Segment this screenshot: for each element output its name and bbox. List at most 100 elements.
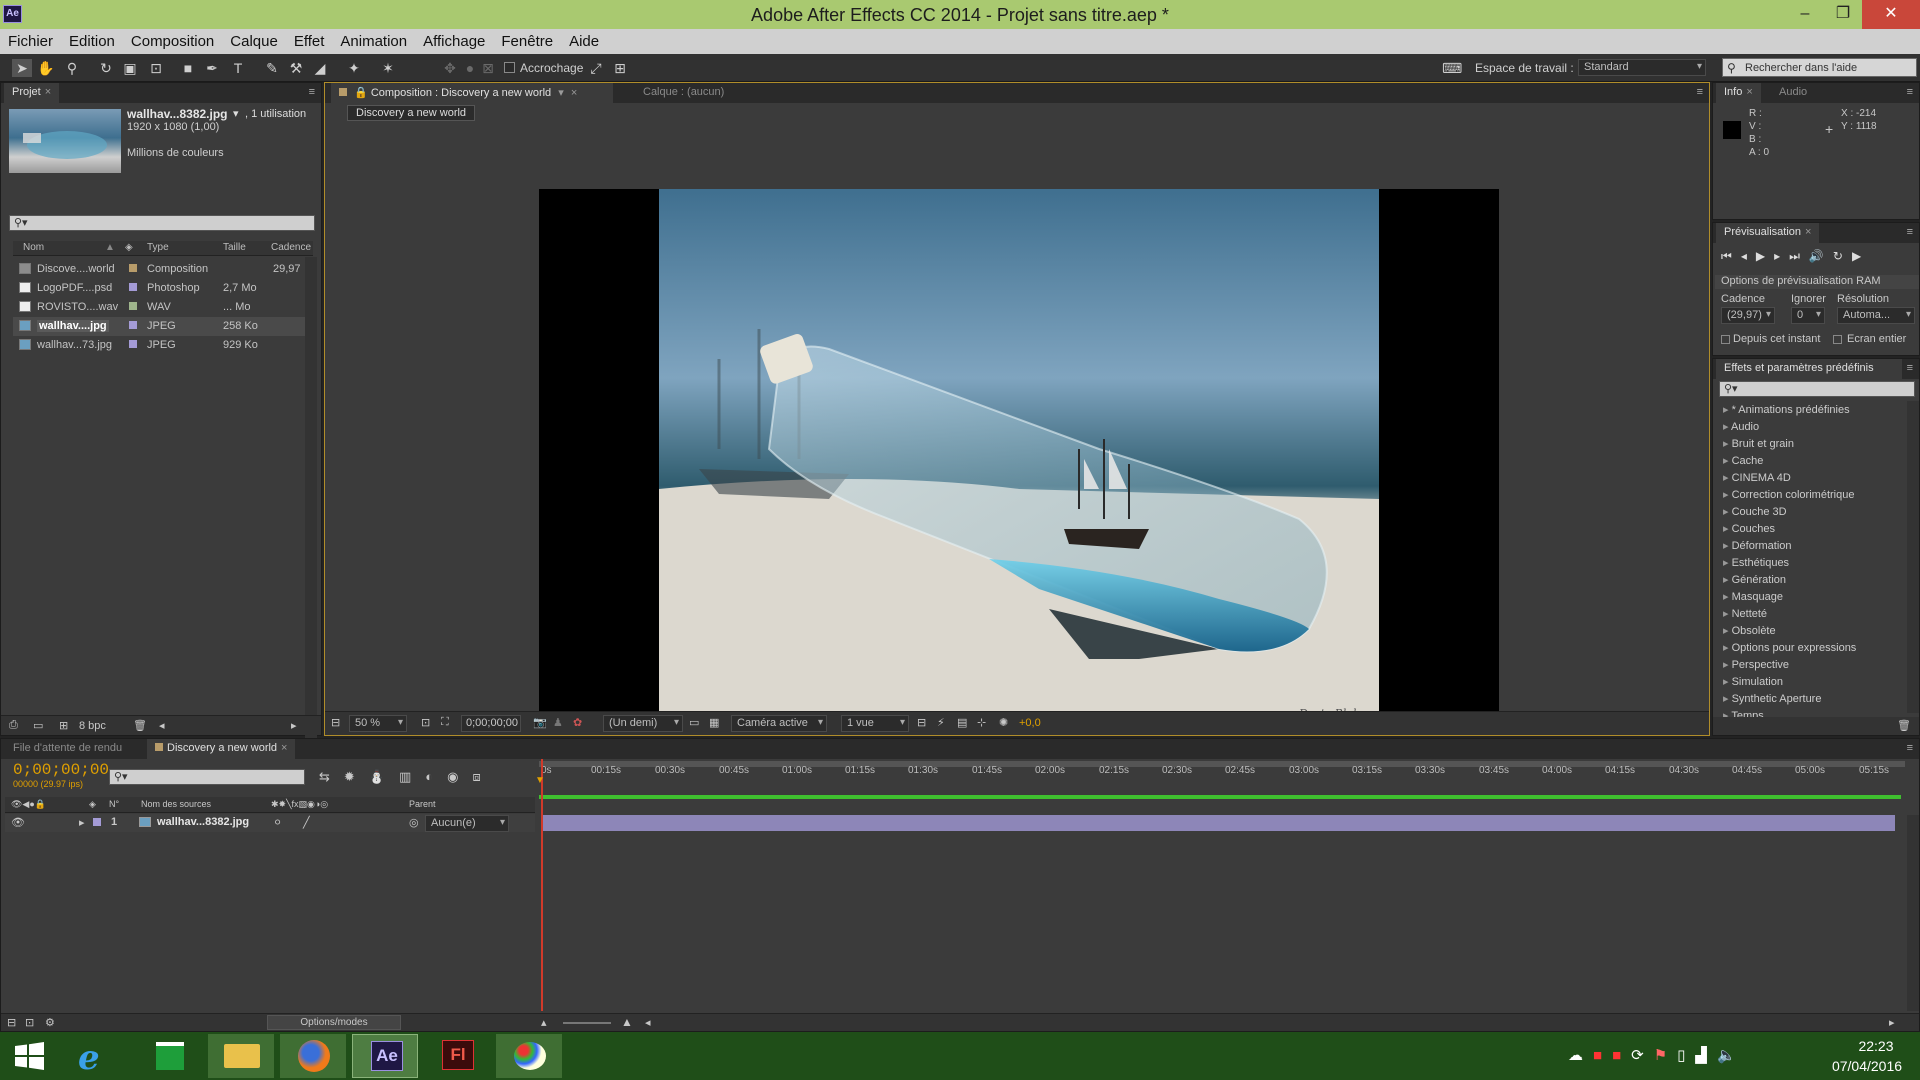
tab-layer[interactable]: Calque : (aucun) (635, 83, 795, 103)
tray-network-icon[interactable]: ▟ (1695, 1047, 1717, 1064)
show-snapshot-icon[interactable]: ♟ (553, 716, 563, 729)
clock-time[interactable]: 22:23 (1840, 1038, 1912, 1054)
effect-category[interactable]: Simulation (1723, 675, 1783, 688)
start-button[interactable] (0, 1034, 58, 1078)
menu-effet[interactable]: Effet (286, 29, 333, 50)
selection-tool-icon[interactable]: ➤ (12, 59, 32, 77)
ram-preview-options[interactable]: Options de prévisualisation RAM (1715, 275, 1919, 289)
transfer-controls-toggle-icon[interactable]: ⊡ (25, 1016, 34, 1029)
fullscreen-checkbox[interactable] (1833, 335, 1842, 344)
exposure-icon[interactable]: ✺ (999, 716, 1008, 729)
play-icon[interactable]: ▶ (1756, 249, 1774, 263)
zoom-out-icon[interactable]: ▴ (541, 1016, 547, 1029)
tab-preview[interactable]: Prévisualisation × (1716, 223, 1820, 243)
timeline-timecode[interactable]: 0;00;00;00 (13, 761, 109, 779)
layer-switches-icon[interactable]: ✱✸╲fx▧◉◑◎ (271, 799, 328, 810)
panel-menu-icon[interactable]: ≡ (1697, 86, 1703, 98)
tab-render-queue[interactable]: File d'attente de rendu (5, 739, 130, 759)
trash-icon[interactable]: 🗑 (1897, 719, 1911, 732)
effect-category[interactable]: Couche 3D (1723, 505, 1787, 518)
tray-cloud-icon[interactable]: ☁ (1568, 1047, 1593, 1064)
mute-icon[interactable]: 🔊 (1809, 249, 1833, 263)
column-size[interactable]: Taille (223, 241, 246, 256)
skip-dropdown[interactable]: 0 (1791, 307, 1825, 324)
effect-category[interactable]: Temps (1723, 709, 1763, 717)
project-item-composition[interactable]: Discove....world Composition 29,97 (13, 260, 311, 279)
close-button[interactable]: ✕ (1862, 0, 1920, 29)
timeline-scrollbar[interactable] (1907, 815, 1919, 1011)
effect-category[interactable]: Perspective (1723, 658, 1789, 671)
help-search-input[interactable]: ⚲ Rechercher dans l'aide (1722, 58, 1917, 77)
menu-fichier[interactable]: Fichier (0, 29, 61, 50)
store-icon[interactable] (136, 1034, 202, 1078)
internet-explorer-icon[interactable]: e (64, 1034, 130, 1078)
tray-adobe-icon[interactable]: ■ (1593, 1047, 1612, 1064)
comp-breadcrumb[interactable]: Discovery a new world (347, 105, 476, 121)
frame-blending-icon[interactable]: ▥ (399, 769, 425, 784)
axis-view-icon[interactable]: ⊠ (478, 59, 498, 77)
composition-mini-flowchart-icon[interactable]: ⇆ (319, 769, 344, 784)
time-ruler[interactable]: 0s 00:15s 00:30s 00:45s 01:00s 01:15s 01… (539, 761, 1905, 817)
panel-menu-icon[interactable]: ≡ (1907, 86, 1913, 98)
close-icon[interactable]: × (281, 742, 287, 754)
effects-search-input[interactable]: ⚲▾ (1719, 381, 1915, 397)
timeline-icon[interactable]: ▤ (957, 716, 967, 729)
comp-timecode[interactable]: 0;00;00;00 (461, 715, 521, 732)
panel-menu-icon[interactable]: ≡ (309, 86, 315, 98)
column-number[interactable]: N° (109, 799, 119, 809)
close-icon[interactable]: × (1805, 226, 1811, 238)
text-tool-icon[interactable]: T (228, 59, 248, 77)
effect-category[interactable]: Masquage (1723, 590, 1783, 603)
options-modes-toggle[interactable]: Options/modes (267, 1015, 401, 1030)
hand-tool-icon[interactable]: ✋ (36, 59, 56, 77)
tab-effects[interactable]: Effets et paramètres prédéfinis (1716, 359, 1902, 379)
ram-preview-icon[interactable]: ▶ (1852, 249, 1870, 263)
zoom-tool-icon[interactable]: ⚲ (62, 59, 82, 77)
column-rate[interactable]: Cadence (271, 241, 311, 256)
panel-menu-icon[interactable]: ≡ (1907, 362, 1913, 374)
rectangle-tool-icon[interactable]: ■ (178, 59, 198, 77)
tab-dropdown-icon[interactable]: ▾ (558, 87, 564, 99)
project-item-wav[interactable]: ROVISTO....wav WAV ... Mo (13, 298, 311, 317)
camera-dropdown[interactable]: Caméra active (731, 715, 827, 732)
close-icon[interactable]: × (45, 86, 51, 98)
toggle-pixel-aspect-icon[interactable]: ⊟ (917, 716, 926, 729)
shy-layers-icon[interactable]: ⛄ (369, 769, 399, 784)
tray-flag-icon[interactable]: ⚑ (1654, 1047, 1677, 1064)
next-frame-icon[interactable]: ▸ (1774, 249, 1789, 263)
project-item-psd[interactable]: LogoPDF....psd Photoshop 2,7 Mo (13, 279, 311, 298)
snap-extend-icon[interactable]: ⊞ (610, 59, 630, 77)
layer-row[interactable]: 👁 ▸ 1 wallhav...8382.jpg ⚪ ╱ ◎ Aucun(e) (5, 814, 535, 832)
effect-category[interactable]: Synthetic Aperture (1723, 692, 1822, 705)
first-frame-icon[interactable]: ⏮ (1721, 249, 1741, 263)
camera-tool-icon[interactable]: ▣ (120, 59, 140, 77)
menu-affichage[interactable]: Affichage (415, 29, 493, 50)
in-out-toggle-icon[interactable]: ⚙ (45, 1016, 55, 1029)
effect-category[interactable]: * Animations prédéfinies (1723, 403, 1850, 416)
paint-icon[interactable] (496, 1034, 562, 1078)
workspace-icon[interactable]: ⌨ (1442, 59, 1462, 77)
column-type[interactable]: Type (147, 241, 169, 256)
tray-power-icon[interactable]: ▯ (1677, 1047, 1695, 1064)
layer-switches-toggle-icon[interactable]: ⊟ (7, 1016, 16, 1029)
clock-date[interactable]: 07/04/2016 (1822, 1058, 1912, 1074)
scroll-right-icon[interactable]: ▸ (1889, 1016, 1895, 1029)
visibility-icon[interactable]: 👁 (11, 816, 25, 829)
effect-category[interactable]: Déformation (1723, 539, 1792, 552)
close-icon[interactable]: × (571, 87, 577, 99)
after-effects-taskbar-icon[interactable]: Ae (352, 1034, 418, 1078)
layer-name[interactable]: wallhav...8382.jpg (157, 816, 249, 828)
snap-options-icon[interactable]: ⤢ (586, 59, 606, 77)
sort-icon[interactable]: ▲ (105, 241, 115, 256)
effect-category[interactable]: Obsolète (1723, 624, 1776, 637)
column-source-name[interactable]: Nom des sources (141, 799, 211, 809)
loop-icon[interactable]: ↻ (1833, 249, 1852, 263)
effects-scrollbar[interactable] (1907, 401, 1919, 713)
previous-frame-icon[interactable]: ◂ (1741, 249, 1756, 263)
channels-icon[interactable]: ✿ (573, 716, 582, 729)
eraser-tool-icon[interactable]: ◢ (310, 59, 330, 77)
effect-category[interactable]: Bruit et grain (1723, 437, 1794, 450)
effect-category[interactable]: Cache (1723, 454, 1764, 467)
workspace-dropdown[interactable]: Standard (1578, 59, 1706, 76)
rotate-tool-icon[interactable]: ↻ (96, 59, 116, 77)
